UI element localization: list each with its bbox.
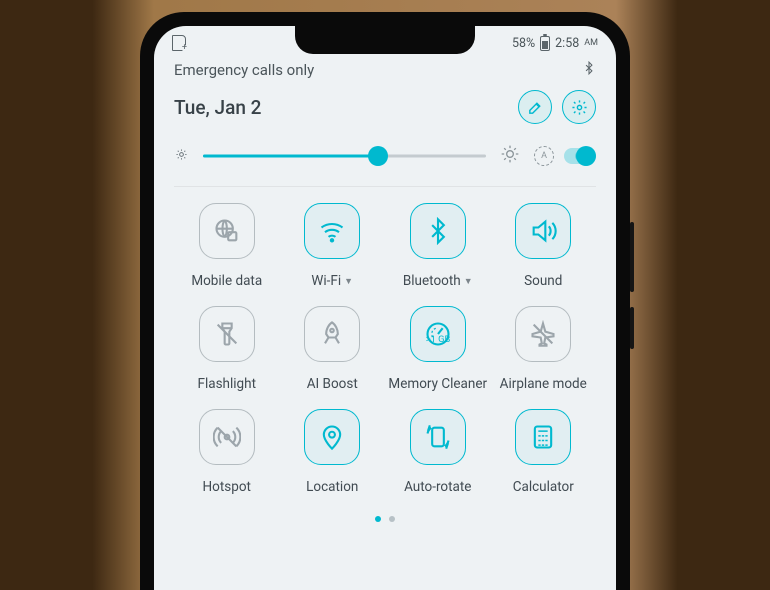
edit-tiles-button[interactable] xyxy=(518,90,552,124)
brightness-control: A xyxy=(174,134,596,187)
tile-location[interactable]: Location xyxy=(280,409,386,504)
gauge-icon[interactable]: >1 GB xyxy=(410,306,466,362)
brightness-slider[interactable] xyxy=(203,147,486,165)
bluetooth-icon[interactable] xyxy=(410,203,466,259)
tile-label: Auto-rotate xyxy=(404,472,471,504)
tile-label: Wi-Fi▼ xyxy=(311,266,353,298)
tile-ai-boost[interactable]: AI Boost xyxy=(280,306,386,401)
wifi-icon[interactable] xyxy=(304,203,360,259)
tile-auto-rotate[interactable]: Auto-rotate xyxy=(385,409,491,504)
tile-label: AI Boost xyxy=(307,369,358,401)
tile-hotspot[interactable]: Hotspot xyxy=(174,409,280,504)
tile-wifi[interactable]: Wi-Fi▼ xyxy=(280,203,386,298)
page-indicator[interactable] xyxy=(174,512,596,522)
brightness-high-icon xyxy=(500,144,520,168)
clock-ampm: AM xyxy=(584,38,598,48)
bluetooth-status-icon xyxy=(582,60,596,80)
tile-label: Hotspot xyxy=(203,472,251,504)
tile-airplane-mode[interactable]: Airplane mode xyxy=(491,306,597,401)
tile-label: Flashlight xyxy=(198,369,257,401)
sd-card-icon xyxy=(172,35,186,51)
clock-time: 2:58 xyxy=(555,36,579,51)
display-notch xyxy=(295,26,475,54)
tile-label: Airplane mode xyxy=(500,369,587,401)
chevron-down-icon: ▼ xyxy=(464,277,473,287)
tile-label: Calculator xyxy=(513,472,574,504)
notification-shade: 58% 2:58 AM Emergency calls only Tue, Ja… xyxy=(154,26,616,590)
tile-calculator[interactable]: Calculator xyxy=(491,409,597,504)
auto-brightness-icon: A xyxy=(534,146,554,166)
rocket-icon[interactable] xyxy=(304,306,360,362)
chevron-down-icon: ▼ xyxy=(344,277,353,287)
tile-label: Sound xyxy=(524,266,562,298)
sound-icon[interactable] xyxy=(515,203,571,259)
battery-percent: 58% xyxy=(512,36,535,51)
tile-sound[interactable]: Sound xyxy=(491,203,597,298)
globe-icon[interactable] xyxy=(199,203,255,259)
tile-label: Bluetooth▼ xyxy=(403,266,473,298)
flashlight-icon[interactable] xyxy=(199,306,255,362)
pin-icon[interactable] xyxy=(304,409,360,465)
quick-settings-grid: Mobile data Wi-Fi▼ Bluetooth▼ Sound Flashlig… xyxy=(174,187,596,512)
rotate-icon[interactable] xyxy=(410,409,466,465)
tile-bluetooth[interactable]: Bluetooth▼ xyxy=(385,203,491,298)
tile-mobile-data[interactable]: Mobile data xyxy=(174,203,280,298)
tile-label: Mobile data xyxy=(191,266,262,298)
brightness-low-icon xyxy=(174,147,189,166)
tile-memory-cleaner[interactable]: >1 GB Memory Cleaner xyxy=(385,306,491,401)
tile-label: Location xyxy=(306,472,358,504)
tile-flashlight[interactable]: Flashlight xyxy=(174,306,280,401)
date-label[interactable]: Tue, Jan 2 xyxy=(174,96,261,119)
hotspot-icon[interactable] xyxy=(199,409,255,465)
settings-button[interactable] xyxy=(562,90,596,124)
svg-text:>1 GB: >1 GB xyxy=(425,334,450,345)
carrier-label: Emergency calls only xyxy=(174,61,314,79)
airplane-icon[interactable] xyxy=(515,306,571,362)
battery-icon xyxy=(540,36,550,51)
auto-brightness-toggle[interactable] xyxy=(564,148,596,164)
calculator-icon[interactable] xyxy=(515,409,571,465)
tile-label: Memory Cleaner xyxy=(388,369,487,401)
